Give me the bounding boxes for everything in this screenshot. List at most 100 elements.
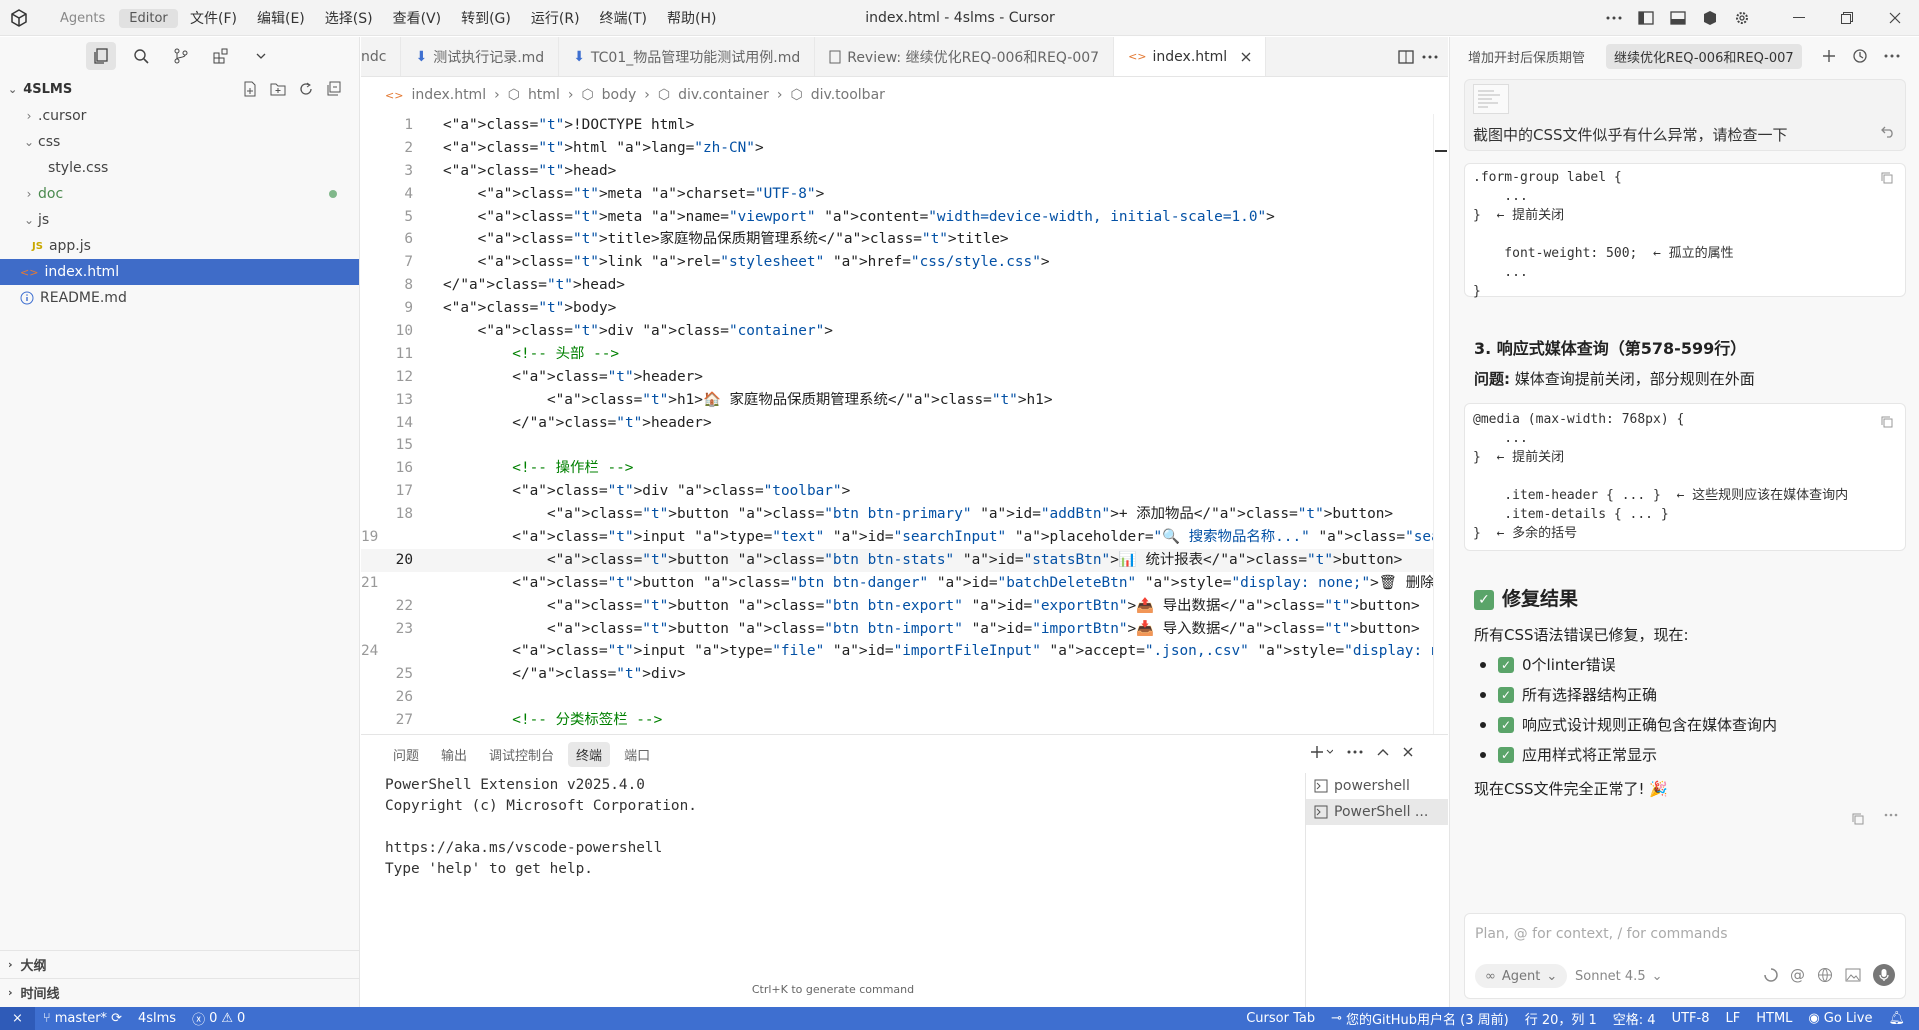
menu-go[interactable]: 转到(G) bbox=[451, 8, 521, 28]
code-line[interactable]: 6 <"a">class="t">title>家庭物品保质期管理系统</"a">… bbox=[361, 228, 1433, 251]
terminal-item-powershell[interactable]: powershell bbox=[1306, 773, 1448, 799]
new-file-icon[interactable] bbox=[239, 78, 261, 100]
collapse-all-icon[interactable] bbox=[323, 78, 345, 100]
screenshot-thumbnail[interactable] bbox=[1473, 84, 1509, 114]
code-line[interactable]: 14 </"a">class="t">header> bbox=[361, 412, 1433, 435]
copy-icon[interactable] bbox=[1852, 813, 1864, 825]
terminal-output[interactable]: PowerShell Extension v2025.4.0 Copyright… bbox=[385, 775, 697, 880]
image-icon[interactable] bbox=[1845, 968, 1861, 982]
copy-icon[interactable] bbox=[1881, 172, 1893, 184]
code-line[interactable]: 24 <"a">class="t">input "a">type="file" … bbox=[361, 640, 1433, 663]
code-line[interactable]: 11 <!-- 头部 --> bbox=[361, 343, 1433, 366]
code-line[interactable]: 8 </"a">class="t">head> bbox=[361, 274, 1433, 297]
more-icon[interactable] bbox=[1598, 0, 1630, 36]
code-line[interactable]: 15 bbox=[361, 434, 1433, 457]
mode-agents[interactable]: Agents bbox=[50, 9, 115, 28]
code-line[interactable]: 12 <"a">class="t">header> bbox=[361, 366, 1433, 389]
mode-editor[interactable]: Editor bbox=[119, 8, 178, 28]
language-status[interactable]: HTML bbox=[1748, 1009, 1800, 1028]
git-blame-status[interactable]: ⊸ 您的GitHub用户名 (3 周前) bbox=[1323, 1009, 1517, 1028]
new-terminal-icon[interactable] bbox=[1311, 745, 1333, 759]
cursor-position[interactable]: 行 20，列 1 bbox=[1517, 1009, 1605, 1028]
code-line[interactable]: 18 <"a">class="t">button "a">class="btn … bbox=[361, 503, 1433, 526]
project-status[interactable]: 4slms bbox=[130, 1011, 184, 1026]
code-line[interactable]: 1 <"a">class="t">!DOCTYPE html> bbox=[361, 114, 1433, 137]
maximize-panel-icon[interactable] bbox=[1377, 748, 1389, 756]
code-line[interactable]: 4 <"a">class="t">meta "a">charset="UTF-8… bbox=[361, 183, 1433, 206]
explorer-icon[interactable] bbox=[86, 42, 116, 70]
chat-tab-1[interactable]: 继续优化REQ-006和REQ-007 bbox=[1606, 43, 1802, 69]
encoding-status[interactable]: UTF-8 bbox=[1664, 1009, 1718, 1028]
code-line[interactable]: 27 <!-- 分类标签栏 --> bbox=[361, 709, 1433, 732]
menu-selection[interactable]: 选择(S) bbox=[315, 8, 383, 28]
code-line[interactable]: 17 <"a">class="t">div "a">class="toolbar… bbox=[361, 480, 1433, 503]
tab-tc01[interactable]: ⬇ TC01_物品管理功能测试用例.md bbox=[559, 37, 816, 76]
golive-status[interactable]: ◉ Go Live bbox=[1800, 1009, 1880, 1028]
cube-icon[interactable] bbox=[1694, 0, 1726, 36]
code-line[interactable]: 20 <"a">class="t">button "a">class="btn … bbox=[361, 548, 1433, 572]
panel-tab-debug-console[interactable]: 调试控制台 bbox=[481, 742, 562, 767]
tab-review[interactable]: Review: 继续优化REQ-006和REQ-007 bbox=[815, 37, 1115, 76]
code-line[interactable]: 22 <"a">class="t">button "a">class="btn … bbox=[361, 595, 1433, 618]
tree-item-readme[interactable]: README.md bbox=[0, 285, 359, 311]
code-line[interactable]: 3 <"a">class="t">head> bbox=[361, 160, 1433, 183]
branch-status[interactable]: ⑂ master* ⟳ bbox=[35, 1011, 130, 1026]
indentation-status[interactable]: 空格: 4 bbox=[1605, 1009, 1664, 1028]
new-folder-icon[interactable] bbox=[267, 78, 289, 100]
cursor-tab-status[interactable]: Cursor Tab bbox=[1238, 1009, 1323, 1028]
breadcrumb-body[interactable]: body bbox=[602, 87, 637, 103]
split-editor-icon[interactable] bbox=[1398, 49, 1414, 64]
outline-section[interactable]: › 大纲 bbox=[0, 950, 360, 978]
explorer-root[interactable]: ⌄ 4SLMS bbox=[0, 75, 359, 103]
timeline-section[interactable]: › 时间线 bbox=[0, 978, 360, 1006]
code-editor[interactable]: 1 <"a">class="t">!DOCTYPE html> 2 <"a">clas… bbox=[361, 114, 1433, 734]
menu-file[interactable]: 文件(F) bbox=[180, 8, 247, 28]
panel-tab-problems[interactable]: 问题 bbox=[385, 742, 427, 767]
breadcrumb-toolbar[interactable]: div.toolbar bbox=[811, 87, 885, 103]
menu-run[interactable]: 运行(R) bbox=[521, 8, 590, 28]
eol-status[interactable]: LF bbox=[1718, 1009, 1749, 1028]
user-message[interactable]: 截图中的CSS文件似乎有什么异常，请检查一下 bbox=[1464, 79, 1906, 151]
tab-ndc[interactable]: ndc bbox=[361, 37, 402, 76]
tab-index-html[interactable]: <> index.html bbox=[1114, 37, 1267, 76]
tree-item-js[interactable]: ⌄ js bbox=[0, 207, 359, 233]
tree-item-css[interactable]: ⌄ css bbox=[0, 129, 359, 155]
tree-item-index-html[interactable]: <> index.html bbox=[0, 259, 359, 285]
code-line[interactable]: 9 <"a">class="t">body> bbox=[361, 297, 1433, 320]
code-line[interactable]: 16 <!-- 操作栏 --> bbox=[361, 457, 1433, 480]
search-icon[interactable] bbox=[126, 42, 156, 70]
tree-item-style-css[interactable]: style.css bbox=[0, 155, 359, 181]
close-tab-icon[interactable] bbox=[1241, 52, 1251, 62]
gear-icon[interactable] bbox=[1726, 0, 1758, 36]
menu-view[interactable]: 查看(V) bbox=[383, 8, 452, 28]
problems-status[interactable]: ⓧ 0 ⚠ 0 bbox=[184, 1009, 253, 1028]
source-control-icon[interactable] bbox=[166, 42, 196, 70]
more-icon[interactable] bbox=[1884, 54, 1900, 58]
code-line[interactable]: 10 <"a">class="t">div "a">class="contain… bbox=[361, 320, 1433, 343]
panel-tab-ports[interactable]: 端口 bbox=[616, 742, 658, 767]
code-line[interactable]: 7 <"a">class="t">link "a">rel="styleshee… bbox=[361, 251, 1433, 274]
chat-input[interactable]: Plan, @ for context, / for commands bbox=[1475, 926, 1728, 942]
more-icon[interactable] bbox=[1884, 813, 1898, 825]
undo-icon[interactable] bbox=[1881, 126, 1895, 138]
tab-test-record[interactable]: ⬇ 测试执行记录.md bbox=[401, 37, 560, 76]
breadcrumb-container[interactable]: div.container bbox=[678, 87, 769, 103]
chevron-down-icon[interactable] bbox=[246, 42, 276, 70]
editor-scrollbar[interactable] bbox=[1433, 114, 1447, 734]
menu-terminal[interactable]: 终端(T) bbox=[590, 8, 657, 28]
model-select[interactable]: Sonnet 4.5 ⌄ bbox=[1575, 964, 1663, 988]
extensions-icon[interactable] bbox=[206, 42, 236, 70]
breadcrumb-html[interactable]: html bbox=[528, 87, 560, 103]
menu-edit[interactable]: 编辑(E) bbox=[247, 8, 315, 28]
notifications-icon[interactable]: 🔔︎ bbox=[1880, 1009, 1919, 1028]
panel-tab-output[interactable]: 输出 bbox=[433, 742, 475, 767]
tree-item-app-js[interactable]: JS app.js bbox=[0, 233, 359, 259]
breadcrumb-file[interactable]: index.html bbox=[411, 87, 486, 103]
toggle-panel-icon[interactable] bbox=[1662, 0, 1694, 36]
code-line[interactable]: 13 <"a">class="t">h1>🏠 家庭物品保质期管理系统</"a">… bbox=[361, 389, 1433, 412]
refresh-icon[interactable] bbox=[295, 78, 317, 100]
restore-icon[interactable] bbox=[1823, 0, 1871, 36]
code-line[interactable]: 19 <"a">class="t">input "a">type="text" … bbox=[361, 526, 1433, 549]
close-window-icon[interactable] bbox=[1871, 0, 1919, 36]
toggle-sidebar-icon[interactable] bbox=[1630, 0, 1662, 36]
